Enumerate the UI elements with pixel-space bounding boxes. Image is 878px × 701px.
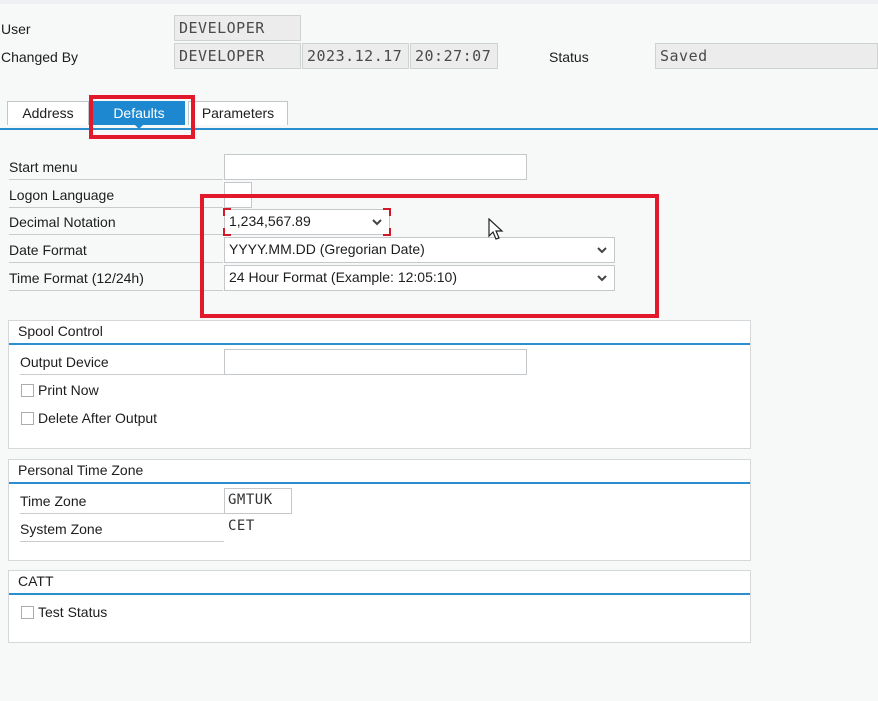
top-strip bbox=[0, 0, 878, 4]
system-zone-label: System Zone bbox=[20, 519, 224, 542]
test-status-label: Test Status bbox=[38, 604, 108, 620]
decimal-notation-label: Decimal Notation bbox=[9, 212, 223, 235]
changed-by-label: Changed By bbox=[1, 49, 79, 65]
personal-time-zone-group: Personal Time Zone Time Zone GMTUK Syste… bbox=[8, 459, 751, 561]
status-field[interactable]: Saved bbox=[655, 43, 878, 69]
output-device-input[interactable] bbox=[224, 349, 527, 375]
personal-time-zone-title: Personal Time Zone bbox=[9, 460, 750, 484]
format-fields-highlight bbox=[200, 194, 659, 318]
time-zone-label: Time Zone bbox=[20, 491, 224, 514]
delete-after-output-label: Delete After Output bbox=[38, 410, 158, 426]
status-label: Status bbox=[549, 49, 589, 65]
tab-address[interactable]: Address bbox=[7, 101, 89, 125]
time-zone-input[interactable]: GMTUK bbox=[224, 488, 292, 514]
logon-language-label: Logon Language bbox=[9, 185, 223, 208]
catt-group: CATT Test Status bbox=[8, 570, 751, 643]
mouse-cursor-icon bbox=[488, 218, 504, 240]
print-now-checkbox[interactable] bbox=[21, 384, 34, 397]
changed-time-field[interactable]: 20:27:07 bbox=[410, 43, 498, 69]
catt-title: CATT bbox=[9, 571, 750, 595]
start-menu-label: Start menu bbox=[9, 157, 223, 180]
user-label: User bbox=[1, 21, 31, 37]
system-zone-value: CET bbox=[228, 518, 255, 534]
test-status-checkbox[interactable] bbox=[21, 606, 34, 619]
user-field[interactable]: DEVELOPER bbox=[174, 15, 301, 41]
time-format-label: Time Format (12/24h) bbox=[9, 268, 223, 291]
changed-by-field[interactable]: DEVELOPER bbox=[174, 43, 301, 69]
changed-date-field[interactable]: 2023.12.17 bbox=[302, 43, 409, 69]
tab-parameters[interactable]: Parameters bbox=[188, 101, 288, 125]
defaults-tab-highlight bbox=[89, 95, 195, 139]
spool-control-title: Spool Control bbox=[9, 321, 750, 345]
date-format-label: Date Format bbox=[9, 240, 223, 263]
print-now-label: Print Now bbox=[38, 382, 99, 398]
spool-control-group: Spool Control Output Device Print Now De… bbox=[8, 320, 751, 449]
delete-after-output-checkbox[interactable] bbox=[21, 412, 34, 425]
output-device-label: Output Device bbox=[20, 352, 224, 375]
start-menu-input[interactable] bbox=[224, 154, 527, 180]
